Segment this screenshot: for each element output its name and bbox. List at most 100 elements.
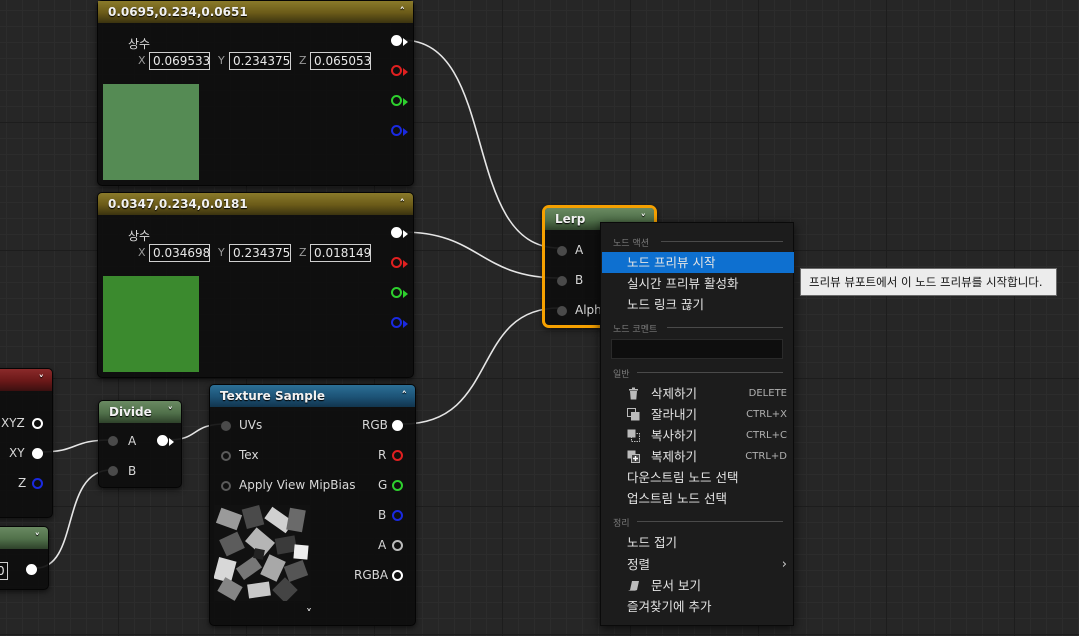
y-value-field[interactable] [229,52,291,70]
output-pin-xyz[interactable] [32,418,43,429]
output-pin-z[interactable] [32,478,43,489]
collapse-chevron-icon[interactable]: ˄ [400,1,406,23]
output-label-rgb: RGB [362,418,388,432]
z-value-field[interactable] [310,52,371,70]
constant-node-2[interactable]: 0.0347,0.234,0.0181 ˄ 상수 X Y Z [97,192,414,378]
menu-item-delete[interactable]: 삭제하기 DELETE [601,383,795,404]
menu-item-label: 다운스트림 노드 선택 [627,470,739,485]
input-label-a: A [128,434,137,448]
menu-item-label: 복제하기 [651,449,698,464]
menu-item-cut[interactable]: 잘라내기 CTRL+X [601,404,795,425]
y-label: Y [218,54,225,67]
submenu-arrow-icon: › [781,557,787,572]
left-partial-node-header[interactable]: ˅ [0,369,52,391]
output-pin-b[interactable] [392,510,403,521]
menu-item-select-downstream[interactable]: 다운스트림 노드 선택 [601,467,795,488]
output-pin-g[interactable] [392,480,403,491]
output-pin[interactable] [26,564,37,575]
collapse-chevron-icon[interactable]: ˄ [400,193,406,215]
constant-node-1-title: 0.0695,0.234,0.0651 [108,5,248,19]
color-preview-swatch [103,84,199,180]
output-label-xy: XY [9,446,25,460]
input-pin-b[interactable] [108,466,118,476]
left-bottom-partial-node[interactable]: ˅ [0,526,49,590]
constant-node-1[interactable]: 0.0695,0.234,0.0651 ˄ 상수 X Y Z [97,0,414,186]
z-value-field[interactable] [310,244,371,262]
divide-node-header[interactable]: Divide ˅ [99,401,181,423]
input-pin-alpha[interactable] [557,306,567,316]
output-pin[interactable] [157,435,168,446]
menu-item-label: 잘라내기 [651,407,698,422]
expand-chevron-icon[interactable]: ˅ [306,607,312,621]
x-value-field[interactable] [149,52,210,70]
input-pin-mipbias[interactable] [221,481,231,491]
node-comment-input[interactable] [611,339,783,359]
texture-sample-node[interactable]: Texture Sample ˄ UVs Tex Apply View MipB… [209,384,416,626]
pin-arrow-icon [403,98,408,106]
menu-item-align[interactable]: 정렬 › [601,554,795,575]
menu-item-collapse-node[interactable]: 노드 접기 [601,532,795,553]
menu-item-label: 즐겨찾기에 추가 [627,599,712,614]
y-value-field[interactable] [229,244,291,262]
output-pin-b[interactable] [391,317,402,328]
cut-icon [627,408,640,421]
copy-icon [627,429,640,442]
output-pin-rgb[interactable] [391,35,402,46]
menu-item-break-links[interactable]: 노드 링크 끊기 [601,294,795,315]
output-pin-rgb[interactable] [392,420,403,431]
section-node-actions: 노드 액션 [613,239,649,249]
x-label: X [138,246,146,259]
constant-node-2-header[interactable]: 0.0347,0.234,0.0181 ˄ [98,193,413,215]
input-pin-a[interactable] [557,246,567,256]
divide-node[interactable]: Divide ˅ A B [98,400,182,488]
output-pin-g[interactable] [391,287,402,298]
shortcut-label: DELETE [748,388,787,399]
input-pin-a[interactable] [108,436,118,446]
menu-item-view-docs[interactable]: 문서 보기 [601,575,795,596]
input-label-uvs: UVs [239,418,263,432]
menu-item-select-upstream[interactable]: 업스트림 노드 선택 [601,488,795,509]
constant-node-1-header[interactable]: 0.0695,0.234,0.0651 ˄ [98,1,413,23]
x-value-field[interactable] [149,244,210,262]
output-pin-r[interactable] [391,65,402,76]
output-pin-b[interactable] [391,125,402,136]
left-bottom-node-header[interactable]: ˅ [0,527,48,549]
input-pin-tex[interactable] [221,451,231,461]
shortcut-label: CTRL+C [746,430,787,441]
value-field[interactable] [0,562,8,580]
output-pin-r[interactable] [392,450,403,461]
y-label: Y [218,246,225,259]
input-pin-uvs[interactable] [221,421,231,431]
collapse-chevron-icon[interactable]: ˅ [39,369,45,391]
lerp-node-title: Lerp [555,212,586,226]
menu-item-realtime-preview[interactable]: 실시간 프리뷰 활성화 [601,273,795,294]
collapse-chevron-icon[interactable]: ˅ [35,527,41,549]
input-pin-b[interactable] [557,276,567,286]
texture-sample-header[interactable]: Texture Sample ˄ [210,385,415,407]
left-partial-node[interactable]: ˅ XYZ XY Z [0,368,53,518]
output-pin-rgba[interactable] [392,570,403,581]
shortcut-label: CTRL+X [746,409,787,420]
wire-const2-to-lerp-b [401,231,560,279]
texture-sample-title: Texture Sample [220,389,326,403]
output-pin-a[interactable] [392,540,403,551]
z-label: Z [299,246,307,259]
menu-item-label: 노드 프리뷰 시작 [627,255,716,270]
documentation-icon [628,581,639,591]
menu-item-duplicate[interactable]: 복제하기 CTRL+D [601,446,795,467]
collapse-chevron-icon[interactable]: ˅ [168,401,174,423]
output-pin-r[interactable] [391,257,402,268]
menu-item-label: 노드 링크 끊기 [627,297,704,312]
constant-label: 상수 [128,37,151,51]
shortcut-label: CTRL+D [745,451,787,462]
output-label-r: R [378,448,387,462]
menu-item-add-favorite[interactable]: 즐겨찾기에 추가 [601,596,795,617]
output-pin-rgb[interactable] [391,227,402,238]
output-pin-xy[interactable] [32,448,43,459]
output-pin-g[interactable] [391,95,402,106]
menu-item-start-preview[interactable]: 노드 프리뷰 시작 [602,252,794,273]
collapse-chevron-icon[interactable]: ˄ [402,385,408,407]
menu-item-copy[interactable]: 복사하기 CTRL+C [601,425,795,446]
pin-arrow-icon [403,230,408,238]
input-label-a: A [575,243,584,257]
